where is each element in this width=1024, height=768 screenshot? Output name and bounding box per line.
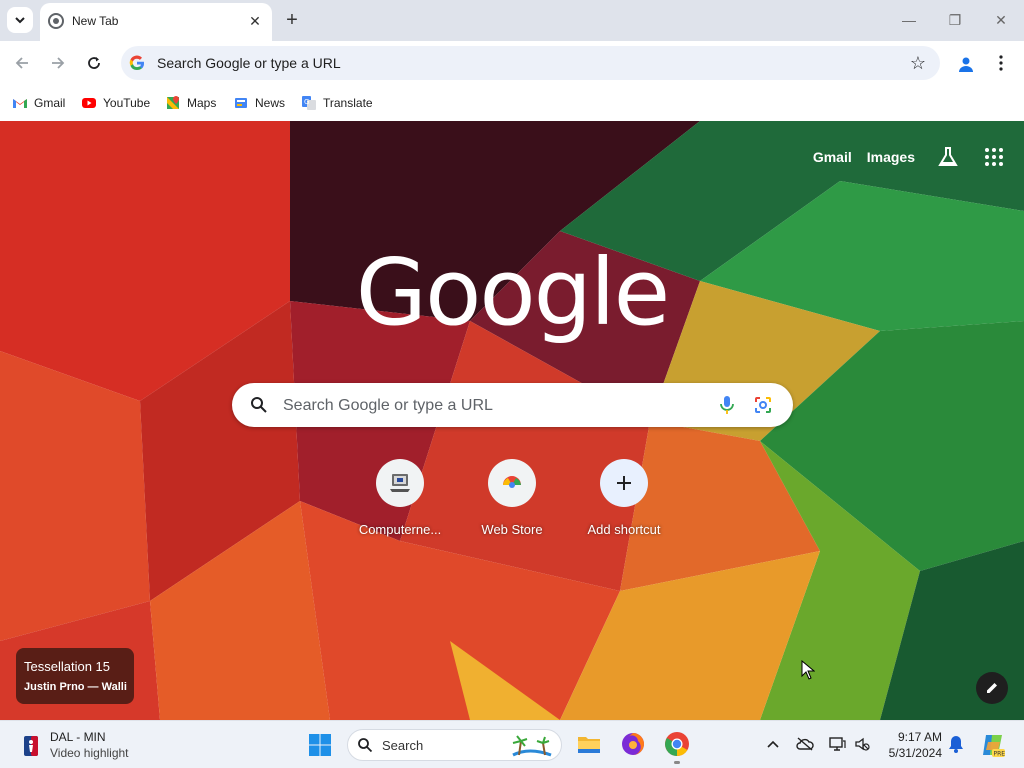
- shortcut-icon-circle: [376, 459, 424, 507]
- taskbar-search-label: Search: [382, 738, 424, 753]
- bookmark-maps[interactable]: Maps: [165, 93, 216, 113]
- gmail-icon: [13, 99, 27, 108]
- arrow-right-icon: [52, 57, 65, 69]
- volume-muted-icon[interactable]: [853, 735, 871, 753]
- menu-button[interactable]: [992, 52, 1010, 74]
- bookmark-translate[interactable]: G Translate: [301, 93, 373, 113]
- forward-button[interactable]: [45, 50, 71, 76]
- close-tab-icon[interactable]: ✕: [246, 12, 264, 30]
- minimize-button[interactable]: —: [894, 8, 924, 32]
- widget-headline: DAL - MIN: [50, 730, 106, 744]
- tab-search-button[interactable]: [7, 7, 33, 33]
- new-tab-page: Gmail Images Google Search Google or typ…: [0, 121, 1024, 720]
- new-tab-button[interactable]: +: [280, 8, 304, 32]
- pencil-icon: [987, 683, 997, 693]
- svg-text:G: G: [304, 98, 309, 106]
- bookmark-label: News: [255, 96, 286, 110]
- shortcut-computerne[interactable]: Computerne...: [350, 459, 450, 537]
- bookmark-gmail[interactable]: Gmail: [12, 93, 65, 113]
- display-icon[interactable]: [828, 735, 846, 753]
- google-lens-icon[interactable]: [753, 395, 773, 415]
- omnibox-text: Search Google or type a URL: [157, 55, 341, 71]
- chrome-taskbar-icon[interactable]: [664, 731, 690, 757]
- add-shortcut[interactable]: Add shortcut: [574, 459, 674, 537]
- back-button[interactable]: [9, 50, 35, 76]
- youtube-icon: [82, 98, 96, 108]
- search-highlight-palm-icon: [512, 735, 552, 757]
- computer-icon: [390, 474, 410, 492]
- reload-button[interactable]: [81, 50, 107, 76]
- system-clock[interactable]: 9:17 AM 5/31/2024: [880, 729, 942, 761]
- google-apps-icon[interactable]: [982, 145, 1006, 169]
- search-placeholder: Search Google or type a URL: [283, 397, 493, 414]
- images-link[interactable]: Images: [867, 149, 915, 165]
- tab-strip: New Tab ✕ + — ❐ ✕: [0, 0, 1024, 41]
- widget-subtitle: Video highlight: [50, 746, 129, 760]
- gmail-link[interactable]: Gmail: [813, 149, 852, 165]
- shortcut-icon-circle: [488, 459, 536, 507]
- bookmark-label: Maps: [187, 96, 217, 110]
- ntp-search-box[interactable]: Search Google or type a URL: [232, 383, 793, 427]
- background-attribution[interactable]: Tessellation 15 Justin Prno — Walli: [16, 648, 134, 704]
- chevron-down-icon: [15, 17, 25, 24]
- svg-text:PRE: PRE: [994, 751, 1006, 758]
- shortcut-label: Computerne...: [358, 522, 442, 537]
- nba-logo-icon: [24, 736, 38, 756]
- bookmark-label: Gmail: [34, 96, 66, 110]
- shortcut-label: Web Store: [481, 522, 543, 537]
- profile-button[interactable]: [954, 52, 978, 76]
- widgets-button[interactable]: DAL - MIN Video highlight: [18, 727, 158, 763]
- chrome-running-indicator: [674, 761, 680, 764]
- maps-icon: [167, 96, 179, 109]
- translate-icon: G: [302, 96, 316, 110]
- shortcut-icon-circle: [600, 459, 648, 507]
- arrow-left-icon: [15, 57, 28, 69]
- google-logo: Google: [355, 239, 670, 346]
- clock-date: 5/31/2024: [888, 746, 942, 760]
- firefox-icon[interactable]: [620, 731, 646, 757]
- ntp-top-links: Gmail Images: [813, 145, 1006, 169]
- notification-bell-icon[interactable]: [948, 735, 964, 753]
- reload-icon: [88, 57, 100, 69]
- more-vert-icon: [999, 55, 1003, 71]
- onedrive-offline-icon[interactable]: [796, 735, 814, 753]
- windows-taskbar: DAL - MIN Video highlight Search 9:17 AM…: [0, 720, 1024, 768]
- plus-icon: [617, 476, 631, 490]
- address-bar[interactable]: Search Google or type a URL ☆: [121, 46, 940, 80]
- person-icon: [959, 57, 973, 72]
- labs-flask-icon[interactable]: [936, 145, 960, 169]
- attribution-author: Justin Prno — Walli: [24, 681, 127, 693]
- customize-chrome-button[interactable]: [976, 672, 1008, 704]
- search-icon: [358, 738, 373, 753]
- shortcut-label: Add shortcut: [587, 522, 661, 537]
- shortcut-web-store[interactable]: Web Store: [462, 459, 562, 537]
- restore-button[interactable]: ❐: [940, 8, 970, 32]
- chrome-icon: [48, 13, 64, 29]
- toolbar: Search Google or type a URL ☆: [0, 41, 1024, 85]
- search-icon: [251, 397, 267, 413]
- bookmarks-bar: Gmail YouTube Maps News G Translate: [0, 85, 1024, 121]
- close-window-button[interactable]: ✕: [986, 8, 1016, 32]
- mouse-cursor-icon: [801, 660, 815, 680]
- bookmark-label: Translate: [323, 96, 373, 110]
- bookmark-youtube[interactable]: YouTube: [81, 93, 150, 113]
- attribution-title: Tessellation 15: [24, 659, 110, 674]
- clock-time: 9:17 AM: [897, 730, 942, 744]
- windows-start-icon[interactable]: [308, 733, 332, 757]
- news-icon: [235, 98, 247, 108]
- tab-new-tab[interactable]: New Tab ✕: [40, 3, 272, 41]
- bookmark-news[interactable]: News: [233, 93, 285, 113]
- bookmark-label: YouTube: [103, 96, 151, 110]
- tab-title: New Tab: [72, 14, 119, 28]
- microphone-icon[interactable]: [716, 394, 738, 416]
- bookmark-star-icon[interactable]: ☆: [910, 53, 926, 74]
- google-g-icon: [129, 55, 145, 71]
- webstore-icon: [503, 476, 521, 488]
- copilot-icon[interactable]: PRE: [980, 732, 1006, 758]
- file-explorer-icon[interactable]: [576, 731, 602, 757]
- taskbar-search[interactable]: Search: [347, 729, 562, 761]
- show-hidden-icons-icon[interactable]: [764, 735, 782, 753]
